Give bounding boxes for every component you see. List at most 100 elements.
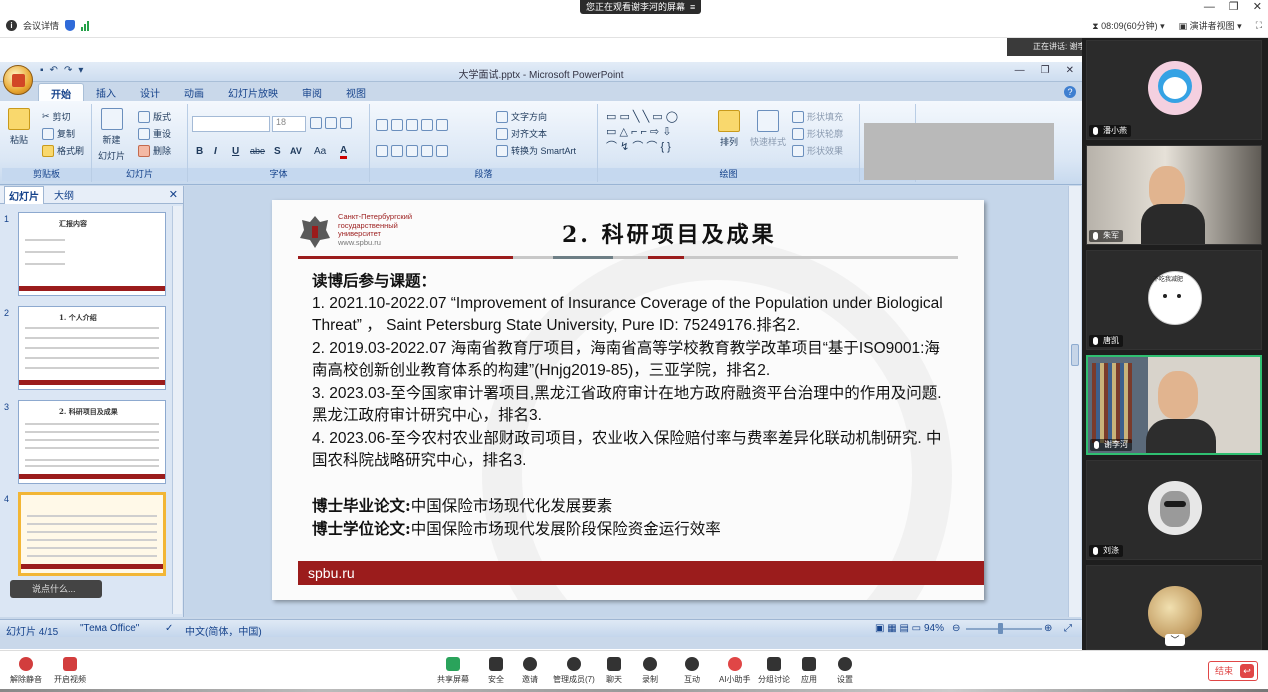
tab-review[interactable]: 审阅	[290, 83, 334, 101]
shape-fill-button[interactable]: 形状填充	[792, 110, 843, 123]
thumbnail-row[interactable]: 3 2. 科研项目及成果	[0, 400, 175, 488]
arrange-button[interactable]: 排列	[718, 110, 740, 148]
slide-canvas[interactable]: Санкт-Петербургский государственный унив…	[272, 200, 984, 600]
meeting-info-link[interactable]: 会议详情	[23, 19, 59, 32]
menu-icon[interactable]: ≡	[688, 2, 695, 12]
tab-animation[interactable]: 动画	[172, 83, 216, 101]
close-icon[interactable]: ✕	[1253, 0, 1262, 14]
view-mode-button[interactable]: ▣ 演讲者视图 ▾	[1179, 19, 1242, 32]
zoom-slider-knob[interactable]	[998, 623, 1003, 634]
thumbnail-row[interactable]: 1 汇报内容	[0, 212, 175, 300]
cut-button[interactable]: ✂ 剪切	[42, 110, 71, 123]
tab-view[interactable]: 视图	[334, 83, 378, 101]
tab-slideshow[interactable]: 幻灯片放映	[216, 83, 290, 101]
italic-button[interactable]: I	[214, 146, 217, 157]
slide-thumbnail[interactable]: 2. 科研项目及成果	[18, 400, 166, 484]
share-banner[interactable]: 您正在观看谢李河的屏幕 ≡	[580, 0, 702, 14]
tab-outline[interactable]: 大纲	[54, 187, 74, 202]
tab-home[interactable]: 开始	[38, 83, 84, 101]
new-slide-button[interactable]: 新建 幻灯片	[98, 108, 125, 162]
security-button[interactable]: 安全	[488, 657, 504, 685]
settings-button[interactable]: 设置	[837, 657, 853, 685]
zoom-slider[interactable]	[966, 628, 1042, 630]
chat-button[interactable]: 聊天	[606, 657, 622, 685]
slide-thumbnail[interactable]: 汇报内容	[18, 212, 166, 296]
participant-tile[interactable]: 朱军	[1086, 145, 1262, 245]
align-text-button[interactable]: 对齐文本	[496, 127, 547, 140]
smartart-button[interactable]: 转换为 SmartArt	[496, 144, 576, 157]
quick-styles-button[interactable]: 快速样式	[750, 110, 786, 148]
shape-effects-button[interactable]: 形状效果	[792, 144, 843, 157]
paste-button[interactable]: 粘贴	[8, 108, 30, 146]
record-button[interactable]: 录制	[642, 657, 658, 685]
change-case-button[interactable]: Aa	[314, 146, 326, 157]
fit-window-icon[interactable]: ⤢	[1064, 623, 1072, 634]
participant-tile[interactable]: 刘涤	[1086, 460, 1262, 560]
zoom-level[interactable]: 94%	[924, 623, 944, 634]
ppt-restore-icon[interactable]: ❐	[1041, 65, 1050, 76]
office-button[interactable]	[3, 65, 33, 95]
restore-icon[interactable]: ❐	[1229, 0, 1239, 14]
font-color-button[interactable]: A	[340, 146, 348, 159]
end-meeting-button[interactable]: 结束 ↩	[1208, 661, 1258, 681]
shield-icon[interactable]	[65, 20, 76, 31]
font-family-field[interactable]	[192, 116, 270, 132]
timer[interactable]: ⧗ 08:09(60分钟) ▾	[1092, 19, 1164, 32]
zoom-in-icon[interactable]: ⊕	[1044, 623, 1052, 634]
participant-tile[interactable]: ﹀	[1086, 565, 1262, 650]
copy-button[interactable]: 复制	[42, 127, 75, 140]
text-direction-button[interactable]: 文字方向	[496, 110, 547, 123]
breakout-button[interactable]: 分组讨论	[758, 657, 790, 685]
shadow-button[interactable]: S	[274, 146, 281, 157]
thumbnail-scrollbar[interactable]	[172, 206, 182, 614]
manage-members-button[interactable]: 管理成员(7)	[553, 657, 595, 685]
panel-close-icon[interactable]: ✕	[169, 188, 178, 201]
minimize-icon[interactable]: —	[1204, 0, 1215, 14]
font-size-field[interactable]: 18	[272, 116, 306, 132]
layout-button[interactable]: 版式	[138, 110, 171, 123]
shapes-gallery[interactable]: ▭ ▭ ╲ ╲ ▭ ◯ ▭ △ ⌐ ⌐ ⇨ ⇩ ⌒ ↯ ⌒ ⌒ { }	[606, 110, 706, 158]
view-buttons[interactable]: ▣ ▦ ▤ ▭	[875, 623, 921, 634]
spellcheck-icon[interactable]: ✓	[165, 623, 173, 634]
signal-icon[interactable]	[81, 20, 90, 31]
tab-design[interactable]: 设计	[128, 83, 172, 101]
expand-participants-icon[interactable]: ﹀	[1165, 634, 1185, 646]
participant-tile-active[interactable]: 谢李河	[1086, 355, 1262, 455]
thumbnail-title: 汇报内容	[59, 219, 87, 228]
ai-assistant-button[interactable]: AI小助手	[719, 657, 751, 685]
underline-button[interactable]: U	[232, 146, 239, 157]
tab-slides[interactable]: 幻灯片	[4, 185, 44, 204]
reset-button[interactable]: 重设	[138, 127, 171, 140]
slide-thumbnail[interactable]: 1. 个人介绍	[18, 306, 166, 390]
fullscreen-icon[interactable]: ⛶	[1256, 20, 1262, 31]
thumbnail-row-selected[interactable]: 4	[0, 492, 175, 580]
info-icon[interactable]: i	[6, 20, 17, 31]
tab-insert[interactable]: 插入	[84, 83, 128, 101]
zoom-out-icon[interactable]: ⊖	[952, 623, 960, 634]
strikethrough-button[interactable]: abe	[250, 146, 265, 156]
chat-input-bubble[interactable]: 说点什么...	[10, 580, 102, 598]
list-buttons[interactable]	[376, 119, 448, 131]
participant-tile[interactable]: 潘小燕	[1086, 40, 1262, 140]
share-screen-button[interactable]: 共享屏幕	[437, 657, 469, 685]
shape-outline-button[interactable]: 形状轮廓	[792, 127, 843, 140]
slide-thumbnail-selected[interactable]	[18, 492, 166, 576]
mute-button[interactable]: 解除静音	[10, 657, 42, 685]
format-painter-button[interactable]: 格式刷	[42, 144, 84, 157]
help-icon[interactable]: ?	[1064, 86, 1076, 98]
invite-button[interactable]: 邀请	[522, 657, 538, 685]
apps-button[interactable]: 应用	[801, 657, 817, 685]
slide-scrollbar[interactable]	[1068, 186, 1081, 617]
interact-button[interactable]: 互动	[684, 657, 700, 685]
bold-button[interactable]: B	[196, 146, 203, 157]
scroll-thumb[interactable]	[1071, 344, 1079, 366]
ppt-minimize-icon[interactable]: —	[1015, 65, 1025, 76]
participant-tile[interactable]: 不吃我减肥 唐凯	[1086, 250, 1262, 350]
align-buttons[interactable]	[376, 145, 448, 157]
delete-button[interactable]: 删除	[138, 144, 171, 157]
thumbnail-row[interactable]: 2 1. 个人介绍	[0, 306, 175, 394]
video-button[interactable]: 开启视频	[54, 657, 86, 685]
grow-font-button[interactable]	[310, 117, 352, 129]
spacing-button[interactable]: AV	[290, 146, 302, 156]
ppt-close-icon[interactable]: ✕	[1066, 65, 1074, 76]
